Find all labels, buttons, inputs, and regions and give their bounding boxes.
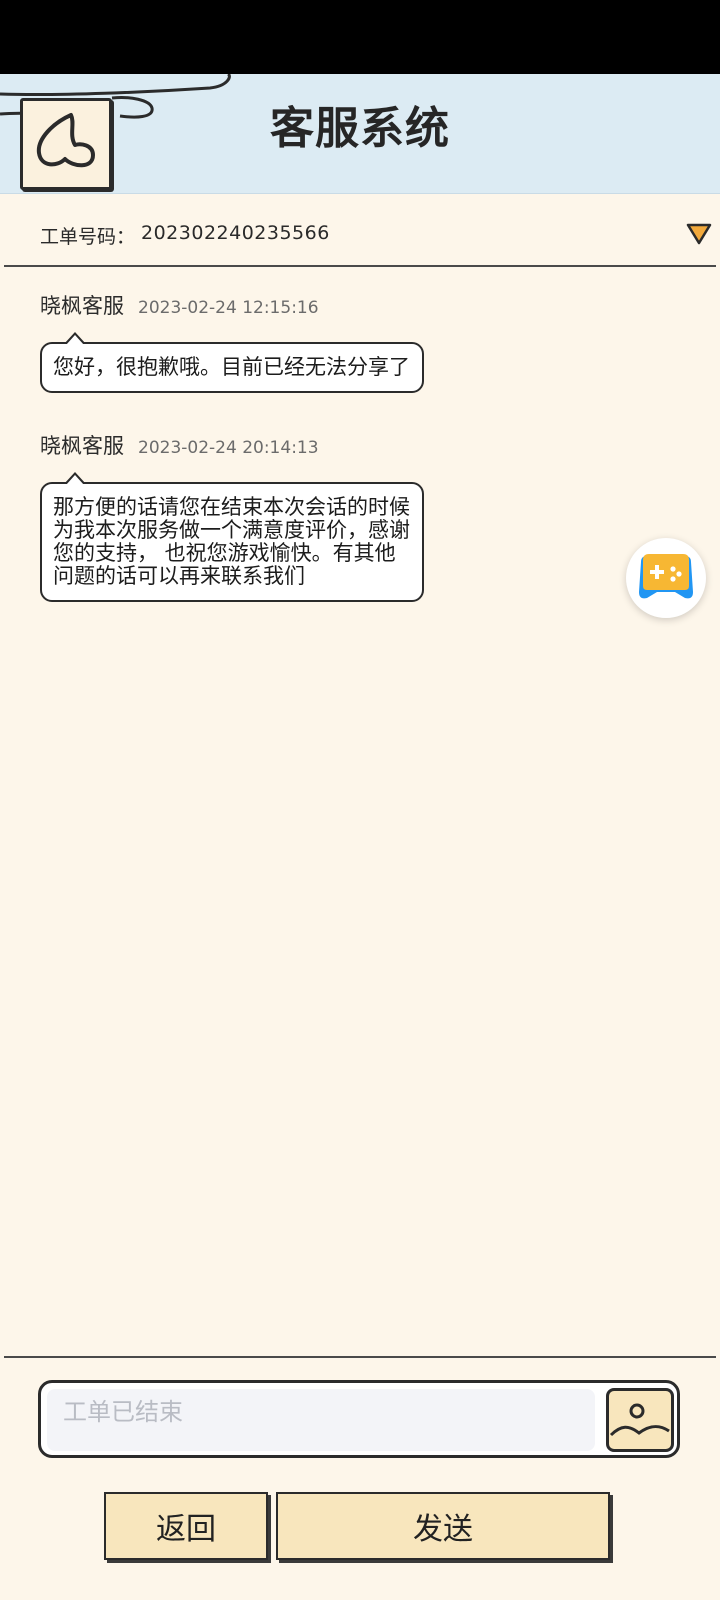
send-button[interactable]: 发送	[276, 1492, 610, 1560]
ticket-row: 工单号码： 202302240235566	[0, 194, 720, 268]
ticket-label: 工单号码：	[40, 226, 136, 248]
message-item: 晓枫客服 2023-02-24 12:15:16 您好，很抱歉哦。目前已经无法分…	[40, 290, 424, 393]
message-sender: 晓枫客服	[40, 434, 124, 458]
page-title: 客服系统	[270, 103, 450, 154]
gamepad-icon	[639, 554, 693, 599]
status-bar	[0, 0, 720, 74]
message-item: 晓枫客服 2023-02-24 20:14:13 那方便的话请您在结束本次会话的…	[40, 430, 424, 602]
header: 客服系统	[0, 74, 720, 194]
divider-bottom	[4, 1356, 716, 1358]
return-button[interactable]: 返回	[104, 1492, 268, 1560]
ticket-number: 202302240235566	[141, 222, 330, 244]
message-bubble: 您好，很抱歉哦。目前已经无法分享了	[40, 332, 424, 393]
message-sender: 晓枫客服	[40, 294, 124, 318]
message-input-box	[38, 1380, 680, 1458]
message-bubble: 那方便的话请您在结束本次会话的时候为我本次服务做一个满意度评价，感谢您的支持， …	[40, 472, 424, 602]
ticket-dropdown-button[interactable]	[686, 222, 712, 246]
image-upload-button[interactable]	[606, 1388, 674, 1452]
image-icon	[609, 1403, 670, 1437]
message-input-area	[47, 1389, 595, 1451]
floating-game-button[interactable]	[626, 538, 706, 618]
divider-top	[4, 265, 716, 267]
message-input[interactable]	[47, 1389, 595, 1451]
message-time: 2023-02-24 12:15:16	[138, 298, 319, 318]
message-time: 2023-02-24 20:14:13	[138, 438, 319, 458]
triangle-down-icon	[686, 223, 712, 245]
